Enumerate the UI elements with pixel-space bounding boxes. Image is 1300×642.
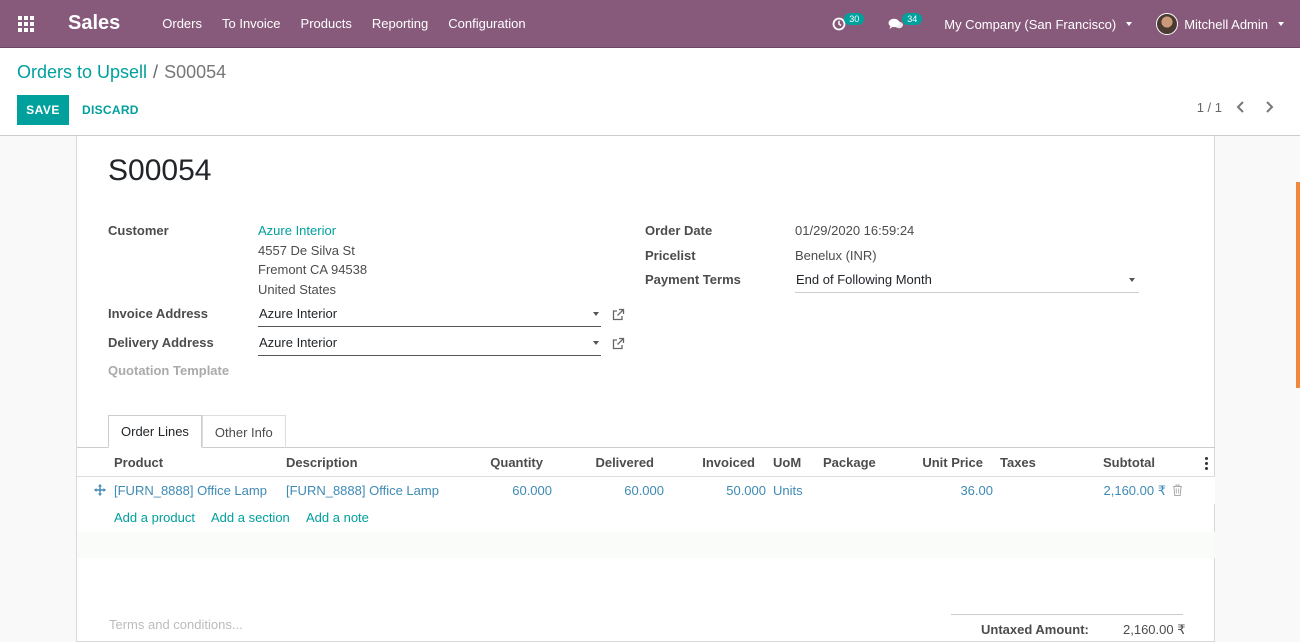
caret-down-icon bbox=[1129, 278, 1135, 282]
pricelist-label: Pricelist bbox=[645, 248, 696, 263]
col-invoiced[interactable]: Invoiced bbox=[687, 455, 755, 470]
user-name: Mitchell Admin bbox=[1184, 16, 1268, 32]
order-lines-header: Product Description Quantity Delivered I… bbox=[77, 448, 1215, 477]
col-description[interactable]: Description bbox=[286, 455, 358, 470]
add-section-link[interactable]: Add a section bbox=[211, 510, 290, 525]
breadcrumb-separator: / bbox=[153, 62, 159, 82]
user-menu[interactable]: Mitchell Admin bbox=[1146, 13, 1300, 35]
col-quantity[interactable]: Quantity bbox=[477, 455, 543, 470]
caret-down-icon bbox=[1278, 22, 1284, 26]
caret-down-icon[interactable] bbox=[593, 312, 599, 316]
invoice-address-label: Invoice Address bbox=[108, 306, 208, 321]
add-note-link[interactable]: Add a note bbox=[306, 510, 369, 525]
messages-button[interactable]: 34 bbox=[876, 0, 934, 48]
order-date-label: Order Date bbox=[645, 223, 713, 238]
drag-handle-icon[interactable] bbox=[94, 484, 106, 496]
payment-terms-select[interactable]: End of Following Month bbox=[795, 267, 1139, 293]
top-navbar: Sales Orders To Invoice Products Reporti… bbox=[0, 0, 1300, 48]
customer-address-line-1: 4557 De Silva St bbox=[258, 243, 355, 258]
menu-products[interactable]: Products bbox=[291, 0, 362, 48]
menu-configuration[interactable]: Configuration bbox=[438, 0, 535, 48]
add-line-row: Add a product Add a section Add a note bbox=[77, 504, 1215, 532]
cell-description[interactable]: [FURN_8888] Office Lamp bbox=[286, 483, 439, 498]
tab-other-info[interactable]: Other Info bbox=[201, 415, 286, 448]
customer-address-line-2: Fremont CA 94538 bbox=[258, 262, 368, 277]
activity-count-badge: 30 bbox=[844, 13, 865, 25]
invoice-address-value: Azure Interior bbox=[259, 306, 338, 321]
cell-quantity[interactable]: 60.000 bbox=[477, 483, 552, 498]
control-panel: Orders to Upsell / S00054 SAVE DISCARD 1… bbox=[0, 48, 1300, 136]
trash-icon[interactable] bbox=[1172, 484, 1183, 496]
cell-uom[interactable]: Units bbox=[773, 483, 803, 498]
menu-orders[interactable]: Orders bbox=[152, 0, 212, 48]
pricelist-value: Benelux (INR) bbox=[795, 248, 877, 263]
totals-divider bbox=[951, 614, 1183, 615]
company-name: My Company (San Francisco) bbox=[944, 16, 1117, 32]
empty-table-row bbox=[77, 532, 1215, 558]
caret-down-icon[interactable] bbox=[593, 341, 599, 345]
col-unit-price[interactable]: Unit Price bbox=[907, 455, 983, 470]
activities-button[interactable]: 30 bbox=[820, 0, 876, 48]
notebook-tabs: Order Lines Other Info bbox=[108, 415, 286, 448]
tab-order-lines[interactable]: Order Lines bbox=[108, 415, 202, 448]
col-product[interactable]: Product bbox=[114, 455, 163, 470]
add-product-link[interactable]: Add a product bbox=[114, 510, 195, 525]
cell-unit-price[interactable]: 36.00 bbox=[907, 483, 993, 498]
col-delivered[interactable]: Delivered bbox=[582, 455, 654, 470]
caret-down-icon bbox=[1126, 22, 1133, 26]
message-count-badge: 34 bbox=[902, 13, 923, 25]
invoice-address-field[interactable]: Azure Interior bbox=[258, 301, 601, 327]
chevron-right-icon[interactable] bbox=[1260, 98, 1278, 116]
external-link-icon[interactable] bbox=[611, 337, 625, 351]
app-name[interactable]: Sales bbox=[68, 12, 120, 35]
col-uom[interactable]: UoM bbox=[773, 455, 801, 470]
pager-value[interactable]: 1 / 1 bbox=[1197, 100, 1222, 115]
breadcrumb-current: S00054 bbox=[164, 62, 227, 82]
apps-menu-icon[interactable] bbox=[0, 0, 52, 48]
customer-address-line-3: United States bbox=[258, 282, 337, 297]
discard-button[interactable]: DISCARD bbox=[76, 95, 145, 125]
order-date-value[interactable]: 01/29/2020 16:59:24 bbox=[795, 223, 914, 238]
delivery-address-field[interactable]: Azure Interior bbox=[258, 330, 601, 356]
record-title: S00054 bbox=[108, 154, 212, 187]
avatar bbox=[1156, 13, 1179, 35]
breadcrumb-parent-link[interactable]: Orders to Upsell bbox=[17, 62, 147, 83]
table-row[interactable]: [FURN_8888] Office Lamp [FURN_8888] Offi… bbox=[77, 477, 1215, 504]
terms-and-conditions-field[interactable]: Terms and conditions... bbox=[109, 617, 243, 632]
pager: 1 / 1 bbox=[1197, 98, 1278, 116]
scrollbar-indicator[interactable] bbox=[1296, 182, 1300, 388]
payment-terms-label: Payment Terms bbox=[645, 272, 741, 287]
breadcrumb: Orders to Upsell / S00054 bbox=[17, 62, 226, 83]
payment-terms-value: End of Following Month bbox=[796, 272, 932, 287]
col-taxes[interactable]: Taxes bbox=[1000, 455, 1036, 470]
main-menu: Orders To Invoice Products Reporting Con… bbox=[152, 0, 535, 48]
untaxed-amount-value: 2,160.00 ₹ bbox=[1123, 622, 1186, 637]
col-subtotal[interactable]: Subtotal bbox=[1077, 455, 1155, 470]
cell-invoiced[interactable]: 50.000 bbox=[687, 483, 766, 498]
delivery-address-label: Delivery Address bbox=[108, 335, 214, 350]
menu-reporting[interactable]: Reporting bbox=[362, 0, 438, 48]
col-package[interactable]: Package bbox=[823, 455, 876, 470]
cell-delivered[interactable]: 60.000 bbox=[582, 483, 664, 498]
company-switcher[interactable]: My Company (San Francisco) bbox=[934, 17, 1146, 32]
delivery-address-value: Azure Interior bbox=[259, 335, 338, 350]
column-options-icon[interactable] bbox=[1205, 457, 1208, 470]
form-sheet: S00054 Customer Azure Interior 4557 De S… bbox=[76, 136, 1215, 642]
cell-subtotal: 2,160.00 ₹ bbox=[1103, 483, 1167, 498]
quotation-template-label: Quotation Template bbox=[108, 363, 230, 378]
save-button[interactable]: SAVE bbox=[17, 95, 69, 125]
chevron-left-icon[interactable] bbox=[1232, 98, 1250, 116]
cell-product[interactable]: [FURN_8888] Office Lamp bbox=[114, 483, 267, 498]
external-link-icon[interactable] bbox=[611, 308, 625, 322]
customer-label: Customer bbox=[108, 223, 169, 238]
untaxed-amount-label: Untaxed Amount: bbox=[981, 622, 1089, 637]
menu-to-invoice[interactable]: To Invoice bbox=[212, 0, 291, 48]
customer-link[interactable]: Azure Interior bbox=[258, 223, 336, 238]
